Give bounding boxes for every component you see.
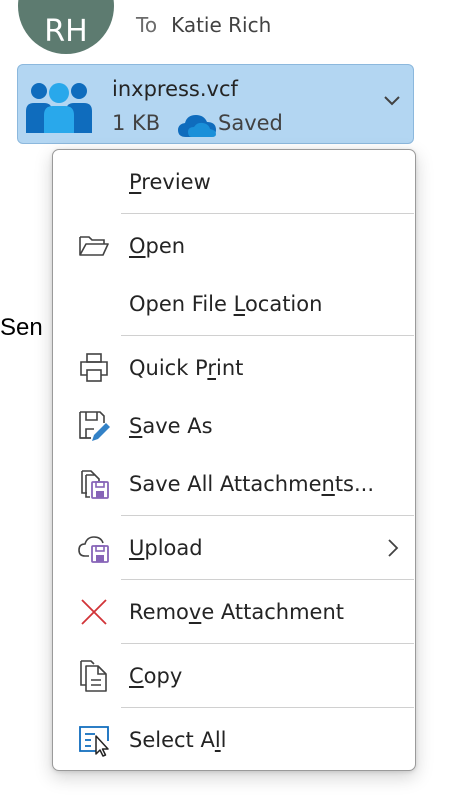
attachment-status: Saved [218, 111, 283, 135]
chevron-down-icon[interactable] [383, 95, 401, 107]
menu-item-open-file-location[interactable]: Open File Location [53, 276, 415, 332]
background-partial-text: Sen [0, 314, 43, 341]
menu-separator [121, 643, 414, 644]
menu-item-label: Save All Attachments... [129, 472, 375, 496]
menu-separator [121, 515, 414, 516]
copy-icon [80, 660, 107, 692]
chevron-right-icon [388, 539, 399, 557]
menu-item-label: Quick Print [129, 356, 244, 380]
menu-item-remove-attachment[interactable]: Remove Attachment [53, 584, 415, 640]
attachment-filename: inxpress.vcf [112, 77, 238, 101]
save-all-icon [81, 470, 109, 499]
menu-item-label: Upload [129, 536, 203, 560]
menu-item-label: Copy [129, 664, 183, 688]
attachment-size: 1 KB [112, 111, 161, 135]
menu-item-upload[interactable]: Upload [53, 520, 415, 576]
contact-card-people-icon [26, 83, 92, 133]
menu-item-label: Preview [129, 170, 211, 194]
menu-item-select-all[interactable]: Select All [53, 712, 415, 768]
menu-item-label: Open File Location [129, 292, 323, 316]
folder-open-icon [79, 236, 109, 256]
menu-item-label: Remove Attachment [129, 600, 345, 624]
menu-item-label: Save As [129, 414, 213, 438]
close-x-icon [81, 599, 107, 625]
menu-separator [121, 213, 414, 214]
recipient-row: To Katie Rich [136, 13, 271, 37]
cloud-upload-icon [78, 536, 109, 563]
recipient-name[interactable]: Katie Rich [171, 13, 271, 37]
menu-item-preview[interactable]: Preview [53, 154, 415, 210]
save-as-icon [79, 411, 110, 441]
menu-item-quick-print[interactable]: Quick Print [53, 340, 415, 396]
menu-separator [121, 335, 414, 336]
avatar-initials: RH [44, 13, 88, 49]
menu-item-label: Open [129, 234, 186, 258]
to-label: To [136, 13, 158, 37]
menu-item-open[interactable]: Open [53, 218, 415, 274]
printer-icon [80, 353, 108, 382]
sender-avatar: RH [18, 0, 114, 54]
menu-item-save-all-attachments[interactable]: Save All Attachments... [53, 456, 415, 512]
menu-separator [121, 579, 414, 580]
menu-item-copy[interactable]: Copy [53, 648, 415, 704]
menu-separator [121, 707, 414, 708]
menu-item-label: Select All [129, 728, 227, 752]
attachment-card[interactable]: inxpress.vcf 1 KB Saved [17, 64, 414, 144]
onedrive-cloud-icon [178, 115, 216, 137]
menu-item-save-as[interactable]: Save As [53, 398, 415, 454]
attachment-context-menu: Preview Open Open File Location Quick Pr… [52, 149, 416, 771]
select-all-icon [79, 726, 109, 757]
